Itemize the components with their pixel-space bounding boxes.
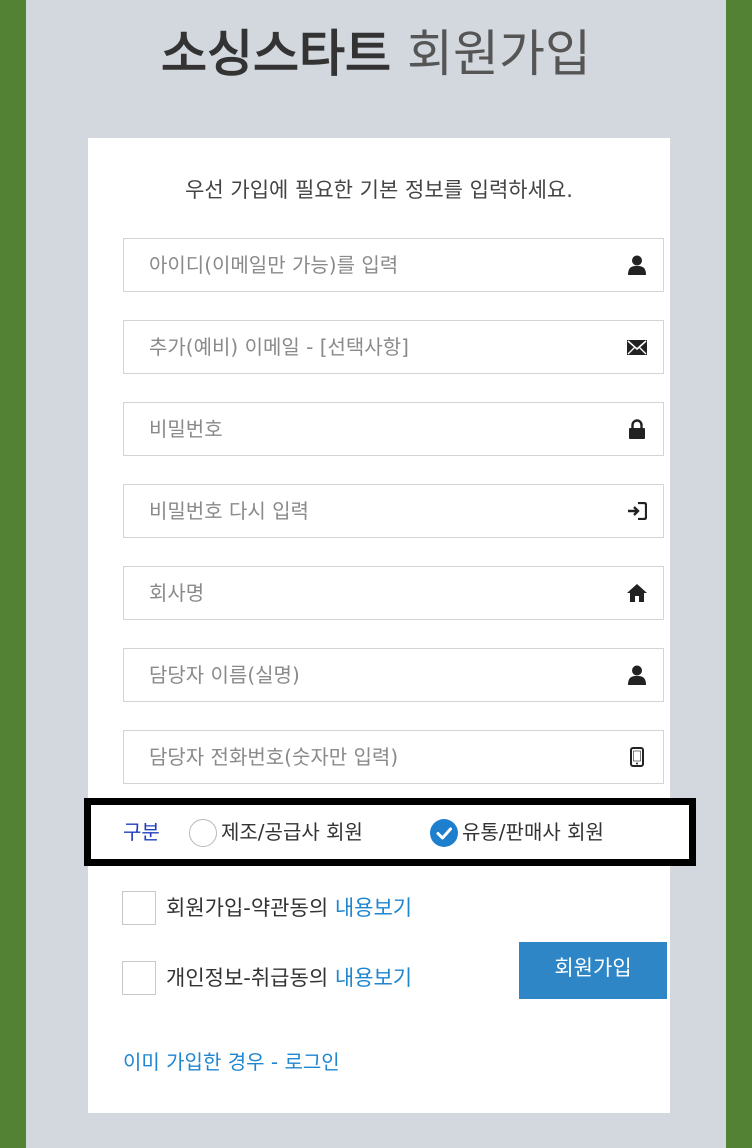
page-title: 소싱스타트 회원가입 bbox=[26, 14, 726, 94]
login-icon bbox=[625, 485, 649, 537]
password-confirm-field[interactable]: 비밀번호 다시 입력 bbox=[123, 484, 664, 538]
user-icon bbox=[625, 239, 649, 291]
title-suffix: 회원가입 bbox=[406, 25, 591, 83]
manager-phone-field[interactable]: 담당자 전화번호(숫자만 입력) bbox=[123, 730, 664, 784]
user-icon bbox=[625, 649, 649, 701]
privacy-view-link[interactable]: 내용보기 bbox=[335, 966, 412, 990]
checkmark-icon bbox=[436, 827, 452, 840]
manager-phone-placeholder: 담당자 전화번호(숫자만 입력) bbox=[149, 745, 399, 769]
terms-text: 회원가입-약관동의 bbox=[166, 896, 329, 920]
home-icon bbox=[625, 567, 649, 619]
terms-view-link[interactable]: 내용보기 bbox=[335, 896, 412, 920]
envelope-icon bbox=[625, 321, 649, 373]
backup-email-field[interactable]: 추가(예비) 이메일 - [선택사항] bbox=[123, 320, 664, 374]
radio-distributor[interactable] bbox=[430, 819, 458, 847]
company-name-field[interactable]: 회사명 bbox=[123, 566, 664, 620]
member-type-label: 구분 bbox=[123, 820, 160, 844]
backup-email-placeholder: 추가(예비) 이메일 - [선택사항] bbox=[149, 335, 409, 359]
company-name-placeholder: 회사명 bbox=[149, 581, 205, 605]
manager-name-field[interactable]: 담당자 이름(실명) bbox=[123, 648, 664, 702]
privacy-checkbox[interactable] bbox=[122, 961, 156, 995]
login-link[interactable]: 이미 가입한 경우 - 로그인 bbox=[123, 1046, 340, 1075]
terms-label: 회원가입-약관동의 내용보기 bbox=[166, 891, 412, 925]
page-background: 소싱스타트 회원가입 우선 가입에 필요한 기본 정보를 입력하세요. 아이디(… bbox=[26, 0, 726, 1148]
email-id-field[interactable]: 아이디(이메일만 가능)를 입력 bbox=[123, 238, 664, 292]
privacy-label: 개인정보-취급동의 내용보기 bbox=[166, 961, 412, 995]
radio-manufacturer-label[interactable]: 제조/공급사 회원 bbox=[221, 805, 363, 859]
terms-checkbox[interactable] bbox=[122, 891, 156, 925]
privacy-text: 개인정보-취급동의 bbox=[166, 966, 329, 990]
password-placeholder: 비밀번호 bbox=[149, 417, 223, 441]
member-type-selector: 구분 제조/공급사 회원 유통/판매사 회원 bbox=[84, 798, 696, 866]
brand-name: 소싱스타트 bbox=[161, 25, 392, 83]
password-field[interactable]: 비밀번호 bbox=[123, 402, 664, 456]
intro-text: 우선 가입에 필요한 기본 정보를 입력하세요. bbox=[185, 178, 573, 202]
email-id-placeholder: 아이디(이메일만 가능)를 입력 bbox=[149, 253, 399, 277]
signup-button[interactable]: 회원가입 bbox=[519, 942, 667, 999]
manager-name-placeholder: 담당자 이름(실명) bbox=[149, 663, 300, 687]
radio-distributor-label[interactable]: 유통/판매사 회원 bbox=[462, 805, 604, 859]
password-confirm-placeholder: 비밀번호 다시 입력 bbox=[149, 499, 309, 523]
radio-manufacturer[interactable] bbox=[189, 819, 217, 847]
lock-icon bbox=[625, 403, 649, 455]
phone-icon bbox=[625, 731, 649, 783]
